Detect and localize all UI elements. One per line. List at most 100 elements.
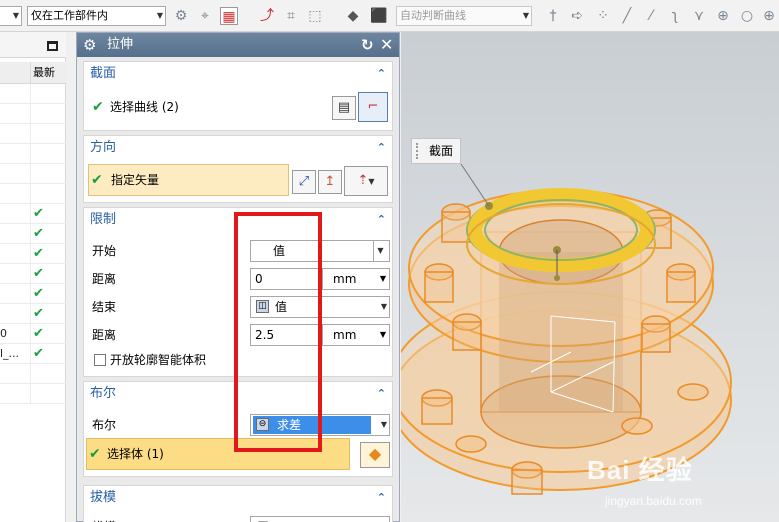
navigator-row[interactable]: ✔ — [0, 284, 66, 304]
navigator-row[interactable]: ✔ — [0, 244, 66, 264]
top-toolbar: ▼ 仅在工作部件内 ▼ ⚙ ⌖ ▦ ⤴ ⌗ ⬚ ◆ ⬛ 自动判断曲线 ▼ † ➪ ⁘… — [0, 0, 779, 32]
collapse-icon[interactable]: ⌃ — [377, 136, 386, 160]
up-to-date-check-icon: ✔ — [33, 346, 44, 361]
check-icon: ✔ — [89, 446, 101, 462]
column-header-latest[interactable]: 最新 — [30, 62, 66, 84]
circle-icon[interactable]: ⊕ — [714, 7, 732, 25]
watermark: Bai 经验 jingyan.baidu.com — [587, 450, 777, 520]
intersect-icon[interactable]: † — [544, 7, 562, 25]
open-profile-label: 开放轮廓智能体积 — [110, 353, 207, 367]
reverse-direction-button[interactable]: ⤢ — [292, 170, 316, 194]
part-model — [401, 163, 732, 495]
start-label: 开始 — [92, 244, 117, 258]
snap-view-icon[interactable]: ⚙ — [172, 7, 190, 25]
navigator-header — [0, 32, 66, 58]
drag-handle — [554, 275, 560, 281]
navigator-row[interactable] — [0, 144, 66, 164]
tangent-icon[interactable]: ⁄ — [642, 7, 660, 25]
draft-group: 拔模 ⌃ 拔模 无 — [83, 485, 393, 522]
draft-header[interactable]: 拔模 ⌃ — [84, 486, 392, 510]
restore-icon[interactable] — [47, 41, 58, 51]
ellipse-icon[interactable]: ○ — [738, 7, 756, 25]
sketch-section-button[interactable]: ▤ — [332, 96, 356, 120]
navigator-row[interactable] — [0, 84, 66, 104]
direction-title: 方向 — [90, 140, 117, 155]
collapse-icon[interactable]: ⌃ — [377, 62, 386, 86]
start-unit-select[interactable]: mm ▼ — [322, 268, 390, 290]
sketch-icon: ▤ — [337, 100, 351, 115]
selection-icon[interactable]: ⌗ — [282, 7, 300, 25]
navigator-row[interactable] — [0, 164, 66, 184]
curve-icon[interactable]: ʅ — [666, 7, 684, 25]
navigator-row[interactable] — [0, 184, 66, 204]
section-header[interactable]: 截面 ⌃ — [84, 62, 392, 86]
box-select-icon[interactable]: ⬚ — [306, 7, 324, 25]
filter-type-select[interactable]: ▼ — [0, 6, 22, 26]
specify-vector-row[interactable]: ✔ 指定矢量 — [88, 164, 289, 196]
direction-header[interactable]: 方向 ⌃ — [84, 136, 392, 160]
vector-type-dropdown[interactable]: ⇡▼ — [344, 166, 388, 196]
column-divider — [30, 284, 31, 304]
navigator-row[interactable] — [0, 104, 66, 124]
curve-section-button[interactable]: ⌐ — [358, 92, 388, 122]
boolean-title: 布尔 — [90, 386, 117, 401]
scope-select[interactable]: 仅在工作部件内 ▼ — [27, 6, 166, 26]
section-tag[interactable]: 截面 — [411, 138, 461, 164]
vector-dialog-button[interactable]: ↥ — [318, 170, 342, 194]
open-profile-checkbox[interactable] — [94, 354, 106, 366]
specify-vector-label: 指定矢量 — [111, 173, 160, 187]
close-icon[interactable]: ✕ — [380, 34, 393, 56]
body-icon[interactable]: ⬛ — [370, 7, 388, 25]
curve-rule-select[interactable]: 自动判断曲线 ▼ — [396, 6, 532, 26]
end-unit-select[interactable]: mm ▼ — [322, 324, 390, 346]
inner-bore-wall — [499, 252, 623, 412]
navigator-row[interactable] — [0, 364, 66, 384]
grip-icon — [416, 143, 420, 159]
navigator-row[interactable]: ✔ — [0, 224, 66, 244]
column-divider — [30, 384, 31, 404]
navigator-row[interactable] — [0, 124, 66, 144]
navigator-row[interactable]: ✔ — [0, 204, 66, 224]
navigator-row[interactable]: ✔ — [0, 304, 66, 324]
limits-title: 限制 — [90, 212, 117, 227]
gear-icon[interactable]: ⚙ — [83, 35, 96, 55]
reset-icon[interactable]: ↻ — [361, 34, 374, 56]
end-distance-label: 距离 — [92, 328, 117, 342]
dialog-title-bar: ⚙ 拉伸 ↻ ✕ — [77, 33, 399, 57]
direction-group: 方向 ⌃ ✔ 指定矢量 ⤢ ↥ ⇡▼ — [83, 135, 393, 203]
collapse-icon[interactable]: ⌃ — [377, 208, 386, 232]
line-icon[interactable]: ╱ — [618, 7, 636, 25]
dialog-title: 拉伸 — [107, 37, 134, 52]
navigator-row[interactable]: l_... ✔ — [0, 344, 66, 364]
point-icon[interactable]: ⁘ — [594, 7, 612, 25]
filter-icon[interactable]: ▦ — [220, 7, 238, 25]
solid-icon[interactable]: ◆ — [344, 7, 362, 25]
navigator-row[interactable]: ✔ — [0, 264, 66, 284]
check-icon: ✔ — [92, 99, 104, 115]
section-group: 截面 ⌃ ✔ 选择曲线 (2) ▤ ⌐ — [83, 61, 393, 131]
more-icon[interactable]: ⊕ — [760, 7, 778, 25]
select-body-button[interactable]: ◆ — [360, 442, 390, 468]
boolean-label: 布尔 — [92, 418, 117, 432]
column-divider — [30, 104, 31, 124]
branch-icon[interactable]: ⋎ — [690, 7, 708, 25]
navigator-row[interactable]: 0 ✔ — [0, 324, 66, 344]
up-to-date-check-icon: ✔ — [33, 266, 44, 281]
wcs-icon[interactable]: ⌖ — [196, 7, 214, 25]
body-cube-icon: ◆ — [368, 444, 382, 463]
up-to-date-check-icon: ✔ — [33, 326, 44, 341]
draft-select[interactable]: 无 — [250, 516, 390, 522]
collapse-icon[interactable]: ⌃ — [377, 382, 386, 406]
collapse-icon[interactable]: ⌃ — [377, 486, 386, 510]
row-label-fragment: l_... — [0, 347, 20, 360]
axis-icon: ⇡ — [357, 173, 369, 188]
navigator-columns: 最新 — [0, 62, 66, 84]
arrow-icon[interactable]: ➪ — [568, 7, 586, 25]
select-body-label: 选择体 (1) — [107, 447, 164, 461]
select-curve-label[interactable]: 选择曲线 (2) — [110, 98, 179, 116]
graphics-viewport[interactable]: 截面 Bai 经验 jingyan.baidu.com — [401, 32, 779, 522]
navigator-row[interactable] — [0, 384, 66, 404]
move-icon[interactable]: ⤴ — [258, 7, 276, 25]
column-divider — [30, 344, 31, 364]
column-divider — [30, 364, 31, 384]
